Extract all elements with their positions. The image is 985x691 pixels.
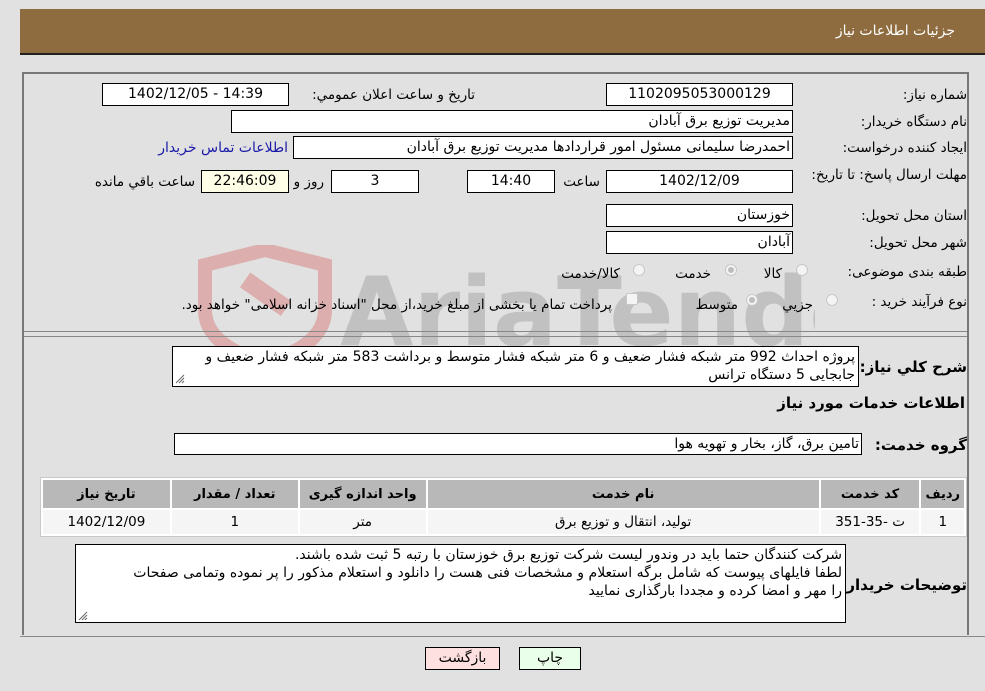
separator <box>24 331 967 332</box>
resize-grip-icon[interactable] <box>175 374 185 384</box>
category-option-service: خدمت <box>675 266 711 282</box>
province-field: خوزستان <box>606 204 793 227</box>
column-header-unit: واحد اندازه گیری <box>299 480 426 508</box>
deadline-time-label: ساعت <box>563 174 600 190</box>
column-header-row-number: ردیف <box>921 480 964 508</box>
need-number-field: 1102095053000129 <box>606 83 793 106</box>
cell-quantity: 1 <box>171 510 298 534</box>
category-option-goods: کالا <box>763 266 782 282</box>
separator <box>20 636 985 637</box>
service-group-label: گروه خدمت: <box>874 436 967 454</box>
time-remaining-label: ساعت باقي مانده <box>94 174 195 190</box>
days-label: روز و <box>293 174 324 190</box>
purchase-type-option-minor: جزيي <box>782 297 813 313</box>
buyer-org-field: مدیریت توزیع برق آبادان <box>231 110 793 133</box>
service-group-field: تامین برق، گاز، بخار و تهویه هوا <box>174 433 862 455</box>
purchase-type-option-medium: متوسط <box>695 297 738 313</box>
need-number-label: شماره نیاز: <box>902 87 967 103</box>
cell-unit: متر <box>299 510 426 534</box>
column-header-service-name: نام خدمت <box>427 480 819 508</box>
requester-label: ایجاد کننده درخواست: <box>842 140 967 156</box>
category-radio-service[interactable] <box>725 264 737 276</box>
print-button[interactable]: چاپ <box>519 647 581 670</box>
buyer-notes-label: توضیحات خریدار: <box>840 576 967 594</box>
category-radio-goods[interactable] <box>796 264 808 276</box>
category-label: طبقه بندی موضوعی: <box>847 264 967 280</box>
column-header-need-date: تاریخ نیاز <box>43 480 170 508</box>
cell-service-code: ت -35-351 <box>820 510 920 534</box>
column-header-quantity: تعداد / مقدار <box>171 480 298 508</box>
separator <box>24 336 967 337</box>
days-remaining-field: 3 <box>331 170 419 193</box>
page-header: جزئیات اطلاعات نیاز <box>20 9 985 55</box>
purchase-type-label: نوع فرآیند خرید : <box>871 294 967 310</box>
buyer-notes-line: لطفا فایلهای پیوست که شامل برگه استعلام … <box>133 565 842 581</box>
buyer-notes-line: را مهر و امضا کرده و مجددا بارگذاری نمای… <box>588 583 842 599</box>
city-field: آبادان <box>606 231 793 254</box>
province-label: استان محل تحویل: <box>861 208 967 224</box>
buyer-notes-textarea[interactable]: شرکت کنندگان حتما باید در وندور لیست شرک… <box>75 544 846 623</box>
buyer-contact-link[interactable]: اطلاعات تماس خریدار <box>158 140 288 156</box>
services-table: ردیف کد خدمت نام خدمت واحد اندازه گیری ت… <box>40 477 967 537</box>
description-text: پروژه احداث 992 متر شبکه فشار ضعیف و 6 م… <box>205 349 855 383</box>
buyer-notes-line: شرکت کنندگان حتما باید در وندور لیست شرک… <box>294 547 842 563</box>
category-option-goods-service: کالا/خدمت <box>561 266 620 282</box>
announce-datetime-field: 1402/12/05 - 14:39 <box>102 83 289 106</box>
table-header-row: ردیف کد خدمت نام خدمت واحد اندازه گیری ت… <box>43 480 964 508</box>
category-radio-goods-service[interactable] <box>633 264 645 276</box>
announce-datetime-label: تاریخ و ساعت اعلان عمومي: <box>312 87 475 103</box>
description-textarea[interactable]: پروژه احداث 992 متر شبکه فشار ضعیف و 6 م… <box>172 346 859 387</box>
column-header-service-code: کد خدمت <box>820 480 920 508</box>
resize-grip-icon[interactable] <box>78 611 88 621</box>
time-remaining-field: 22:46:09 <box>201 170 289 193</box>
city-label: شهر محل تحویل: <box>869 235 967 251</box>
deadline-date-field: 1402/12/09 <box>606 170 793 193</box>
cell-row-number: 1 <box>921 510 964 534</box>
services-section-title: اطلاعات خدمات مورد نیاز <box>777 394 965 412</box>
treasury-payment-note: پرداخت تمام یا بخشی از مبلغ خرید،از محل … <box>181 297 612 313</box>
page-title: جزئیات اطلاعات نیاز <box>835 23 955 39</box>
purchase-type-radio-medium[interactable] <box>746 294 758 306</box>
cell-need-date: 1402/12/09 <box>43 510 170 534</box>
cell-service-name: تولید، انتقال و توزیع برق <box>427 510 819 534</box>
description-label: شرح کلي نیاز: <box>859 358 967 376</box>
table-row: 1 ت -35-351 تولید، انتقال و توزیع برق مت… <box>43 510 964 534</box>
deadline-label: مهلت ارسال پاسخ: تا تاریخ: <box>811 167 967 183</box>
deadline-time-field: 14:40 <box>467 170 555 193</box>
treasury-payment-checkbox[interactable] <box>626 293 638 305</box>
buyer-org-label: نام دستگاه خریدار: <box>860 114 967 130</box>
back-button[interactable]: بازگشت <box>425 647 500 670</box>
requester-field: احمدرضا سلیمانی مسئول امور قراردادها مدی… <box>293 136 793 159</box>
purchase-type-radio-minor[interactable] <box>826 294 838 306</box>
